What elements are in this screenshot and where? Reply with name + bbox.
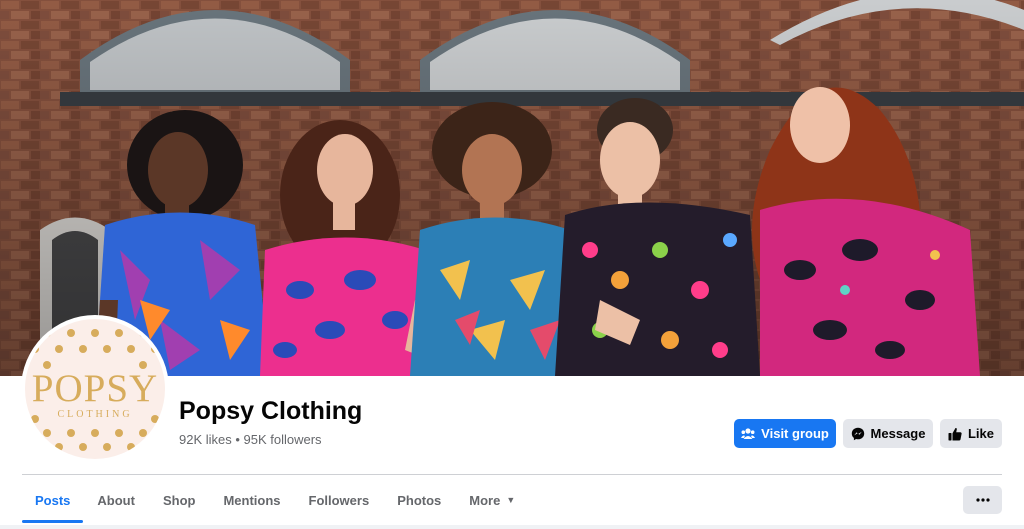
more-options-button[interactable] — [963, 486, 1002, 514]
logo-subtitle: CLOTHING — [57, 409, 133, 420]
feed-background-strip — [0, 525, 1024, 529]
logo-wordmark: POPSY — [31, 367, 159, 410]
header-divider — [22, 474, 1002, 475]
visit-group-label: Visit group — [761, 426, 829, 441]
page-title: Popsy Clothing — [179, 397, 363, 425]
tab-mentions-label: Mentions — [223, 492, 281, 508]
tab-photos-label: Photos — [397, 492, 442, 508]
page-avatar[interactable]: POPSY CLOTHING — [21, 315, 169, 463]
visit-group-button[interactable]: Visit group — [734, 419, 836, 448]
tab-posts-label: Posts — [35, 492, 71, 508]
tab-mentions[interactable]: Mentions — [209, 476, 294, 524]
tab-photos[interactable]: Photos — [383, 476, 455, 524]
tab-more[interactable]: More ▼ — [455, 476, 529, 524]
tab-shop[interactable]: Shop — [149, 476, 210, 524]
thumbs-up-icon — [948, 427, 962, 440]
tab-more-label: More — [469, 492, 501, 508]
messenger-icon — [851, 427, 864, 440]
tab-about-label: About — [97, 492, 135, 508]
message-button[interactable]: Message — [843, 419, 933, 448]
message-label: Message — [870, 426, 926, 441]
tab-posts[interactable]: Posts — [22, 476, 84, 524]
group-icon — [741, 427, 756, 439]
page-stats[interactable]: 92K likes • 95K followers — [179, 432, 322, 447]
tab-followers[interactable]: Followers — [295, 476, 384, 524]
like-button[interactable]: Like — [940, 419, 1002, 448]
popsy-logo: POPSY CLOTHING — [25, 319, 165, 459]
tab-about[interactable]: About — [83, 476, 149, 524]
tab-shop-label: Shop — [162, 492, 196, 508]
page-tabs: Posts About Shop Mentions Followers Phot… — [22, 476, 529, 524]
caret-down-icon: ▼ — [506, 495, 516, 505]
like-label: Like — [967, 426, 994, 441]
ellipsis-icon — [975, 498, 990, 502]
tab-followers-label: Followers — [308, 492, 370, 508]
